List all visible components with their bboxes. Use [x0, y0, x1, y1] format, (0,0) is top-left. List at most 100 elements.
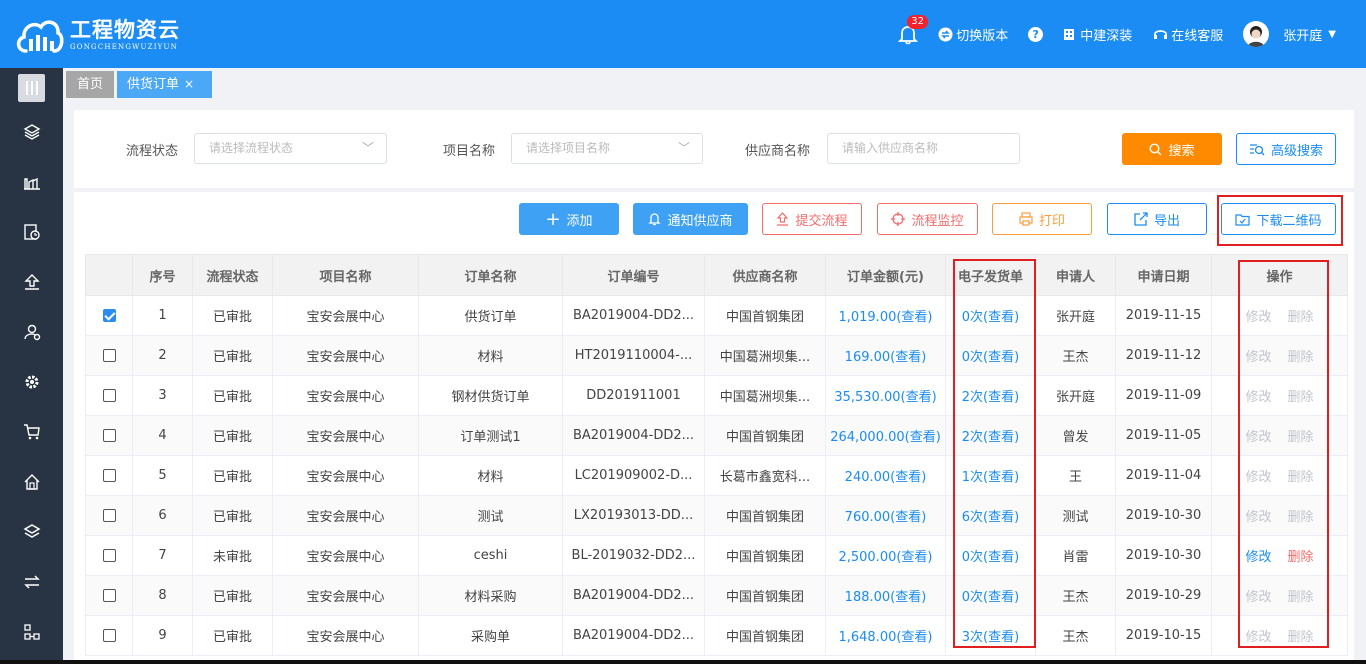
- export-button[interactable]: 导出: [1107, 203, 1207, 235]
- row-amount-link[interactable]: 760.00(查看): [845, 510, 927, 525]
- row-amount-link[interactable]: 2,500.00(查看): [838, 550, 932, 565]
- row-order-name: 钢材供货订单: [451, 390, 530, 405]
- row-order-code: BL-2019032-DD2...: [571, 548, 696, 563]
- table-row[interactable]: 7 未审批 宝安会展中心 ceshi BL-2019032-DD2... 中国首钢集团 2,…: [85, 535, 1348, 576]
- online-service-button[interactable]: 在线客服: [1152, 25, 1223, 44]
- user-avatar-icon: [1248, 26, 1265, 47]
- upload-icon[interactable]: [20, 270, 44, 294]
- row-supplier: 长葛市鑫宽科...: [719, 470, 811, 485]
- row-status: 已审批: [212, 630, 252, 645]
- home-icon[interactable]: [20, 470, 44, 494]
- stack-icon[interactable]: [20, 520, 44, 544]
- advanced-search-icon: [1249, 143, 1265, 156]
- row-amount-link[interactable]: 1,019.00(查看): [838, 310, 932, 325]
- row-amount-link[interactable]: 240.00(查看): [845, 470, 927, 485]
- company-switch[interactable]: 中建深装: [1061, 25, 1132, 44]
- clock-document-icon[interactable]: [20, 220, 44, 244]
- row-order-name: 材料: [477, 470, 504, 485]
- row-checkbox[interactable]: [102, 389, 116, 402]
- grid-tree-icon[interactable]: [20, 620, 44, 644]
- row-order-code: DD201911001: [586, 388, 681, 403]
- row-order-code: HT2019110004-...: [574, 348, 693, 363]
- print-label: 打印: [1038, 213, 1065, 229]
- user-settings-icon[interactable]: [20, 320, 44, 344]
- row-project: 宝安会展中心: [306, 470, 385, 485]
- row-checkbox[interactable]: [102, 469, 116, 482]
- table-row[interactable]: 9 已审批 宝安会展中心 采购单 BA2019004-DD2... 中国首钢集团 1,648…: [85, 615, 1348, 656]
- table-row[interactable]: 2 已审批 宝安会展中心 材料 HT2019110004-... 中国葛洲坝集... 169…: [85, 335, 1348, 376]
- notification-bell[interactable]: 32: [897, 15, 928, 45]
- row-amount-link[interactable]: 264,000.00(查看): [830, 430, 941, 445]
- row-project: 宝安会展中心: [306, 430, 385, 445]
- row-number: 6: [158, 508, 167, 523]
- row-number: 3: [158, 388, 167, 403]
- table-header-row: 序号 流程状态 项目名称 订单名称 订单编号 供应商名称 订单金额(元) 电子发货单 申请人 申请…: [85, 254, 1348, 296]
- row-number: 5: [158, 468, 167, 483]
- transfer-icon[interactable]: [20, 570, 44, 594]
- menu-toggle-button[interactable]: [18, 74, 45, 102]
- submit-process-button[interactable]: 提交流程: [762, 203, 862, 235]
- column-header: [85, 254, 133, 296]
- table-row[interactable]: 1 已审批 宝安会展中心 供货订单 BA2019004-DD2... 中国首钢集团 1,01…: [85, 295, 1348, 336]
- supplier-input[interactable]: 请输入供应商名称: [827, 133, 1020, 164]
- switch-version-button[interactable]: 切换版本: [937, 25, 1008, 44]
- avatar[interactable]: [1243, 21, 1270, 47]
- row-amount-link[interactable]: 1,648.00(查看): [838, 630, 932, 645]
- row-order-name: 测试: [477, 510, 504, 525]
- search-button[interactable]: 搜索: [1122, 133, 1222, 165]
- gear-icon[interactable]: [20, 370, 44, 394]
- row-order-code: BA2019004-DD2...: [572, 588, 695, 603]
- column-header: 供应商名称: [704, 254, 826, 296]
- row-status: 已审批: [212, 390, 252, 405]
- add-button[interactable]: + 添加: [519, 203, 619, 235]
- table-row[interactable]: 5 已审批 宝安会展中心 材料 LC201909002-D... 长葛市鑫宽科... 240…: [85, 455, 1348, 496]
- switch-icon: [937, 26, 953, 42]
- row-checkbox[interactable]: [102, 309, 116, 322]
- row-amount-link[interactable]: 35,530.00(查看): [834, 390, 936, 405]
- factory-icon[interactable]: [20, 170, 44, 194]
- caret-down-icon[interactable]: ▼: [1328, 29, 1336, 40]
- logo[interactable]: 工程物资云 GONGCHENGWUZIYUN: [14, 12, 180, 58]
- table-row[interactable]: 6 已审批 宝安会展中心 测试 LX20193013-DD... 中国首钢集团 760.00…: [85, 495, 1348, 536]
- row-project: 宝安会展中心: [306, 590, 385, 605]
- row-checkbox[interactable]: [102, 349, 116, 362]
- row-checkbox[interactable]: [102, 429, 116, 442]
- orders-table: 序号 流程状态 项目名称 订单名称 订单编号 供应商名称 订单金额(元) 电子发货单 申请人 申请…: [85, 254, 1348, 656]
- service-label: 在线客服: [1171, 28, 1224, 44]
- row-project: 宝安会展中心: [306, 630, 385, 645]
- notify-supplier-button[interactable]: 通知供应商: [633, 203, 748, 235]
- print-button[interactable]: 打印: [992, 203, 1092, 235]
- table-row[interactable]: 4 已审批 宝安会展中心 订单测试1 BA2019004-DD2... 中国首钢集团 264…: [85, 415, 1348, 456]
- process-monitor-button[interactable]: 流程监控: [877, 203, 978, 235]
- tab-home[interactable]: 首页: [66, 71, 114, 98]
- row-status: 已审批: [212, 350, 252, 365]
- tab-supply-order[interactable]: 供货订单 ×: [117, 71, 212, 98]
- table-row[interactable]: 8 已审批 宝安会展中心 材料采购 BA2019004-DD2... 中国首钢集团 188.…: [85, 575, 1348, 616]
- row-checkbox[interactable]: [102, 629, 116, 642]
- row-date: 2019-10-30: [1125, 508, 1202, 523]
- advanced-search-button[interactable]: 高级搜索: [1236, 133, 1336, 165]
- notification-badge: 32: [907, 15, 928, 29]
- row-date: 2019-10-29: [1125, 588, 1202, 603]
- close-icon[interactable]: ×: [184, 77, 194, 91]
- project-select[interactable]: 请选择项目名称 ﹀: [511, 133, 703, 164]
- user-name[interactable]: 张开庭: [1283, 25, 1322, 44]
- status-select[interactable]: 请选择流程状态 ﹀: [194, 133, 387, 164]
- table-row[interactable]: 3 已审批 宝安会展中心 钢材供货订单 DD201911001 中国葛洲坝集... 35,5…: [85, 375, 1348, 416]
- layers-icon[interactable]: [20, 120, 44, 144]
- row-amount-link[interactable]: 188.00(查看): [845, 590, 927, 605]
- notify-label: 通知供应商: [667, 213, 733, 229]
- row-amount-link[interactable]: 169.00(查看): [845, 350, 927, 365]
- sidebar: [0, 68, 63, 664]
- cart-icon[interactable]: [20, 420, 44, 444]
- chevron-down-icon: ﹀: [677, 141, 690, 155]
- row-checkbox[interactable]: [102, 509, 116, 522]
- help-icon[interactable]: ?: [1028, 26, 1044, 42]
- row-date: 2019-10-15: [1125, 628, 1202, 643]
- row-checkbox[interactable]: [102, 549, 116, 562]
- row-status: 已审批: [212, 510, 252, 525]
- row-checkbox[interactable]: [102, 589, 116, 602]
- row-number: 4: [158, 428, 167, 443]
- row-order-code: BA2019004-DD2...: [572, 308, 695, 323]
- row-order-code: BA2019004-DD2...: [572, 628, 695, 643]
